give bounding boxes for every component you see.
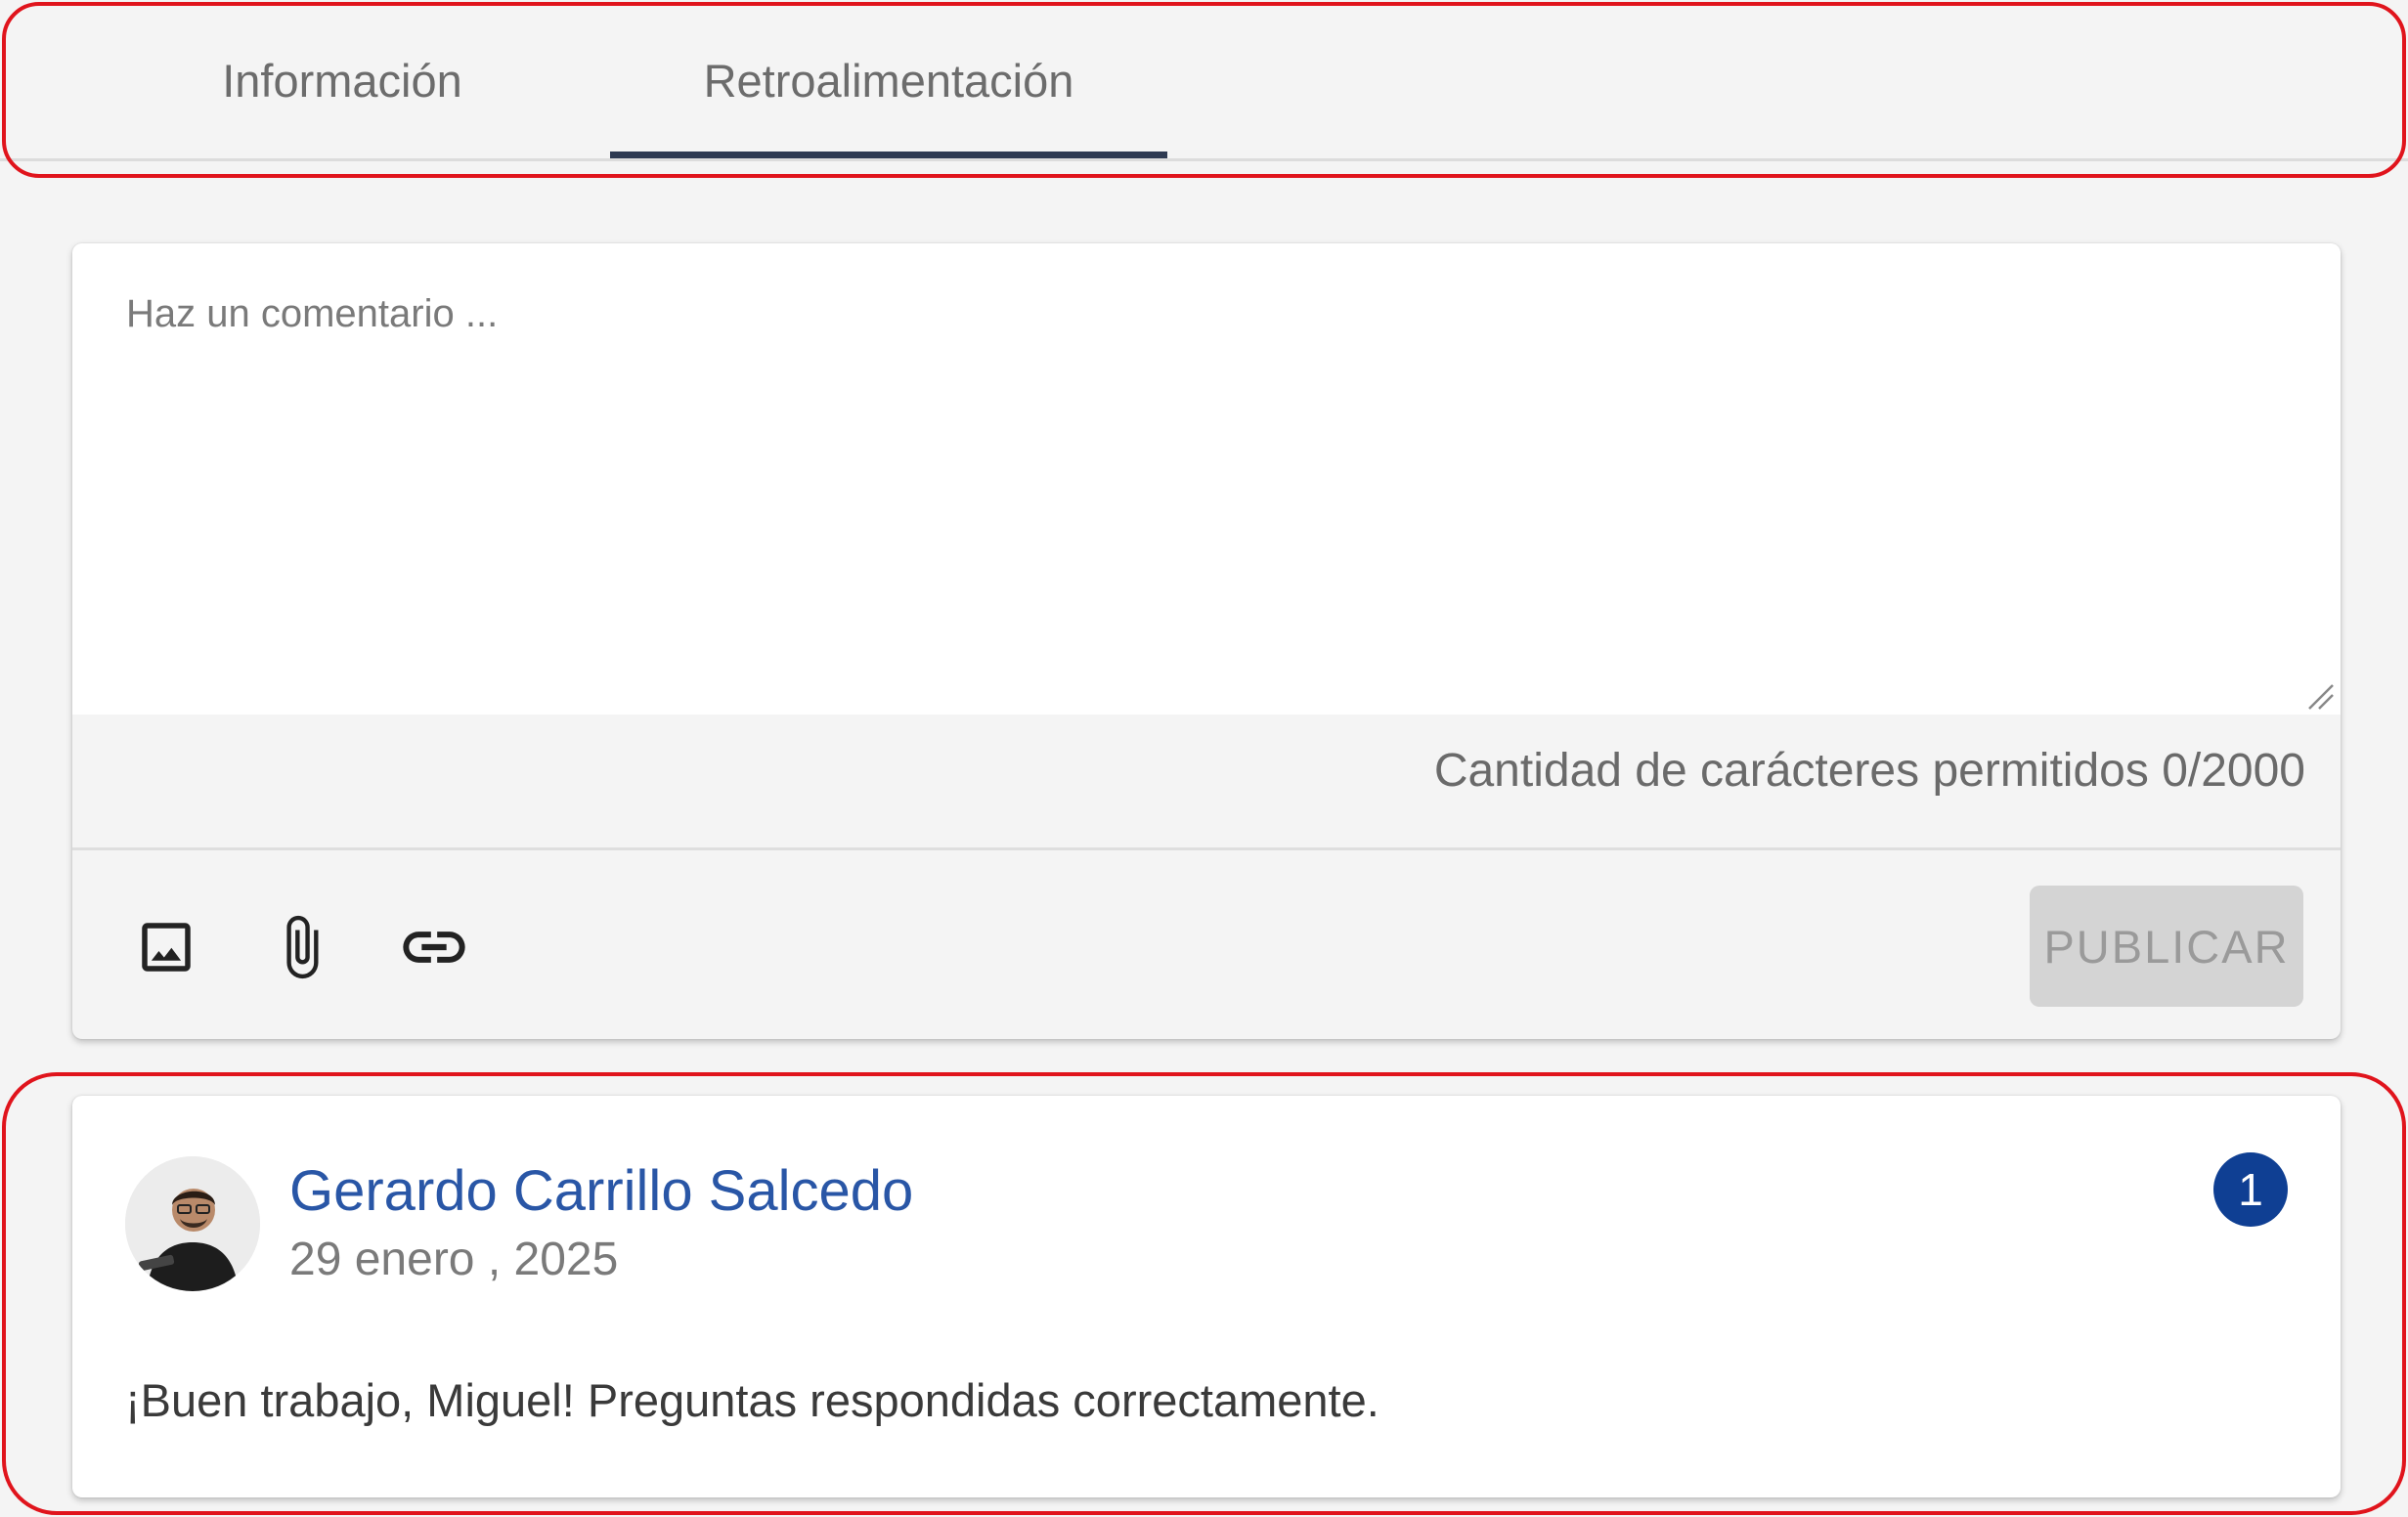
- tab-bar: Información Retroalimentación: [0, 0, 2408, 161]
- resize-handle-icon[interactable]: [2305, 681, 2337, 713]
- comment-count-badge: 1: [2213, 1152, 2288, 1227]
- comment-card: Gerardo Carrillo Salcedo 29 enero , 2025…: [72, 1096, 2341, 1497]
- avatar[interactable]: [125, 1156, 260, 1291]
- comment-text: ¡Buen trabajo, Miguel! Preguntas respond…: [125, 1374, 1379, 1426]
- attach-file-button[interactable]: [262, 908, 340, 986]
- tab-retroalimentacion[interactable]: Retroalimentación: [610, 0, 1167, 161]
- divider: [72, 847, 2341, 850]
- character-counter: Cantidad de carácteres permitidos 0/2000: [1433, 745, 2305, 797]
- publish-button[interactable]: PUBLICAR: [2030, 886, 2303, 1007]
- user-photo-icon: [125, 1156, 260, 1291]
- comment-date: 29 enero , 2025: [289, 1234, 619, 1285]
- comment-input[interactable]: [72, 243, 2341, 715]
- active-tab-indicator: [610, 152, 1167, 158]
- insert-link-button[interactable]: [395, 908, 473, 986]
- image-icon: [142, 923, 191, 972]
- tab-informacion[interactable]: Información: [98, 0, 587, 161]
- comment-composer: Cantidad de carácteres permitidos 0/2000…: [72, 243, 2341, 1039]
- comment-author-link[interactable]: Gerardo Carrillo Salcedo: [289, 1158, 913, 1224]
- link-icon: [403, 932, 465, 963]
- attachment-icon: [286, 915, 319, 979]
- image-button[interactable]: [127, 908, 205, 986]
